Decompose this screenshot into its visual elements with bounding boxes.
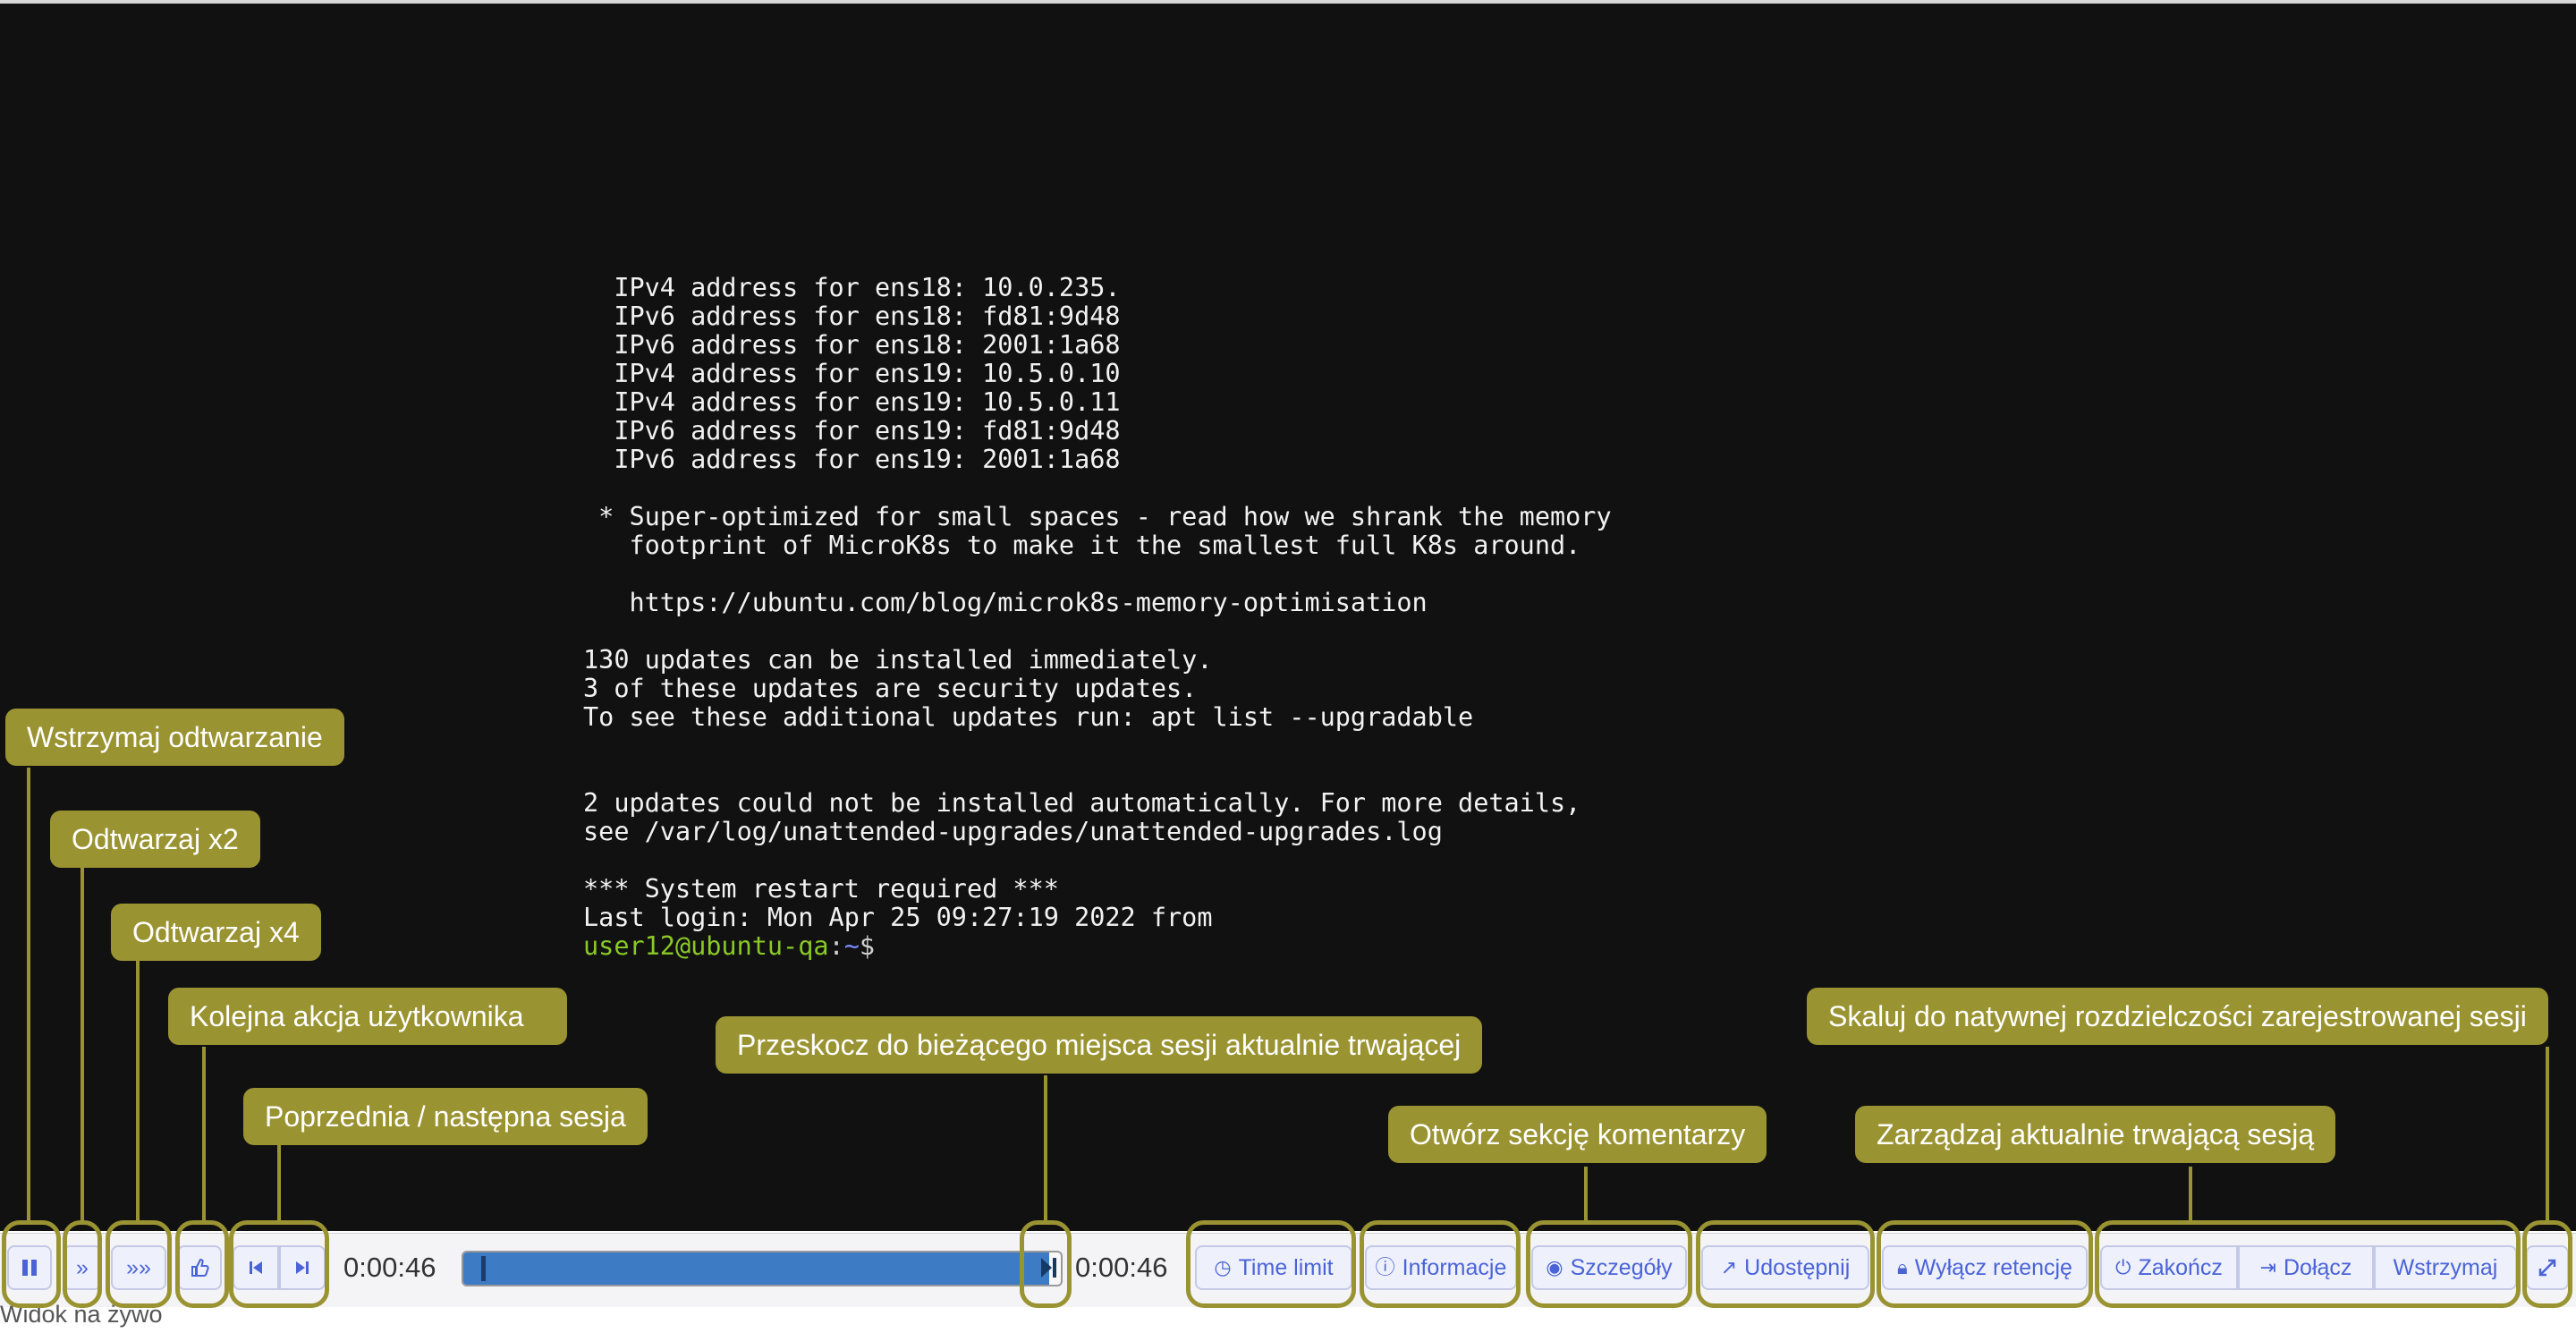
terminal-line: *** System restart required *** — [583, 874, 1059, 904]
highlight-ring — [1526, 1220, 1692, 1308]
terminal-line: IPv4 address for ens19: 10.5.0.11 — [583, 388, 1121, 417]
terminal-line: IPv6 address for ens18: 2001:1a68 — [583, 331, 1121, 360]
highlight-ring — [63, 1220, 102, 1308]
progress-fill — [463, 1252, 1049, 1285]
tooltip-comments: Otwórz sekcję komentarzy — [1388, 1106, 1767, 1163]
prompt-sign: $ — [859, 931, 876, 961]
tooltip-connector — [136, 961, 140, 1224]
terminal-line: 130 updates can be installed immediately… — [583, 645, 1213, 675]
current-time: 0:00:46 — [343, 1252, 436, 1283]
tooltip-speed-x2: Odtwarzaj x2 — [50, 811, 260, 868]
highlight-ring — [1360, 1220, 1521, 1308]
progress-handle[interactable] — [481, 1256, 486, 1281]
terminal-line: * Super-optimized for small spaces - rea… — [583, 502, 1612, 531]
highlight-ring — [106, 1220, 172, 1308]
tooltip-prev-next-session: Poprzednia / następna sesja — [243, 1088, 648, 1145]
tooltip-connector — [2546, 1047, 2549, 1224]
prompt-colon: : — [828, 931, 844, 961]
terminal-line: https://ubuntu.com/blog/microk8s-memory-… — [583, 588, 1428, 617]
highlight-ring — [2, 1220, 61, 1308]
tooltip-connector — [277, 1145, 281, 1224]
tooltip-next-action: Kolejna akcja użytkownika — [168, 988, 567, 1045]
tooltip-speed-x4: Odtwarzaj x4 — [111, 904, 321, 961]
highlight-ring — [175, 1220, 229, 1308]
prompt-user: user12@ubuntu-qa — [583, 931, 829, 961]
terminal-line: 2 updates could not be installed automat… — [583, 788, 1581, 818]
terminal-line: IPv6 address for ens18: fd81:9d48 — [583, 302, 1121, 331]
tooltip-manage-session: Zarządzaj aktualnie trwającą sesją — [1855, 1106, 2336, 1163]
terminal-line: IPv4 address for ens19: 10.5.0.10 — [583, 360, 1121, 388]
terminal-line: IPv6 address for ens19: 2001:1a68 — [583, 446, 1121, 474]
highlight-ring — [1696, 1220, 1875, 1308]
tooltip-connector — [27, 768, 30, 1224]
tooltip-connector — [1584, 1167, 1588, 1224]
terminal-line: footprint of MicroK8s to make it the sma… — [583, 531, 1581, 560]
tooltip-connector — [2189, 1167, 2192, 1224]
tooltip-pause: Wstrzymaj odtwarzanie — [5, 709, 344, 766]
terminal-prompt: user12@ubuntu-qa:~$ — [583, 932, 1835, 961]
terminal-line: Last login: Mon Apr 25 09:27:19 2022 fro… — [583, 903, 1213, 932]
terminal-line: see /var/log/unattended-upgrades/unatten… — [583, 817, 1443, 846]
terminal-line: To see these additional updates run: apt… — [583, 702, 1474, 732]
progress-bar[interactable] — [462, 1251, 1063, 1286]
tooltip-connector — [80, 868, 84, 1224]
highlight-ring — [1186, 1220, 1356, 1308]
tooltip-scale: Skaluj do natywnej rozdzielczości zareje… — [1807, 988, 2548, 1045]
tooltip-connector — [1044, 1075, 1047, 1224]
terminal-line: 3 of these updates are security updates. — [583, 674, 1198, 703]
highlight-ring — [229, 1220, 329, 1308]
total-time: 0:00:46 — [1075, 1252, 1168, 1283]
terminal-output: IPv4 address for ens18: 10.0.235. IPv6 a… — [583, 274, 1835, 964]
highlight-ring — [2522, 1220, 2572, 1308]
tooltip-connector — [202, 1047, 206, 1224]
terminal-line: IPv6 address for ens19: fd81:9d48 — [583, 417, 1121, 446]
highlight-ring — [1877, 1220, 2093, 1308]
terminal-line: IPv4 address for ens18: 10.0.235. — [583, 274, 1121, 302]
highlight-ring — [1020, 1220, 1072, 1308]
prompt-path: ~ — [843, 931, 860, 961]
tooltip-jump-live: Przeskocz do bieżącego miejsca sesji akt… — [716, 1016, 1483, 1074]
highlight-ring — [2095, 1220, 2521, 1308]
